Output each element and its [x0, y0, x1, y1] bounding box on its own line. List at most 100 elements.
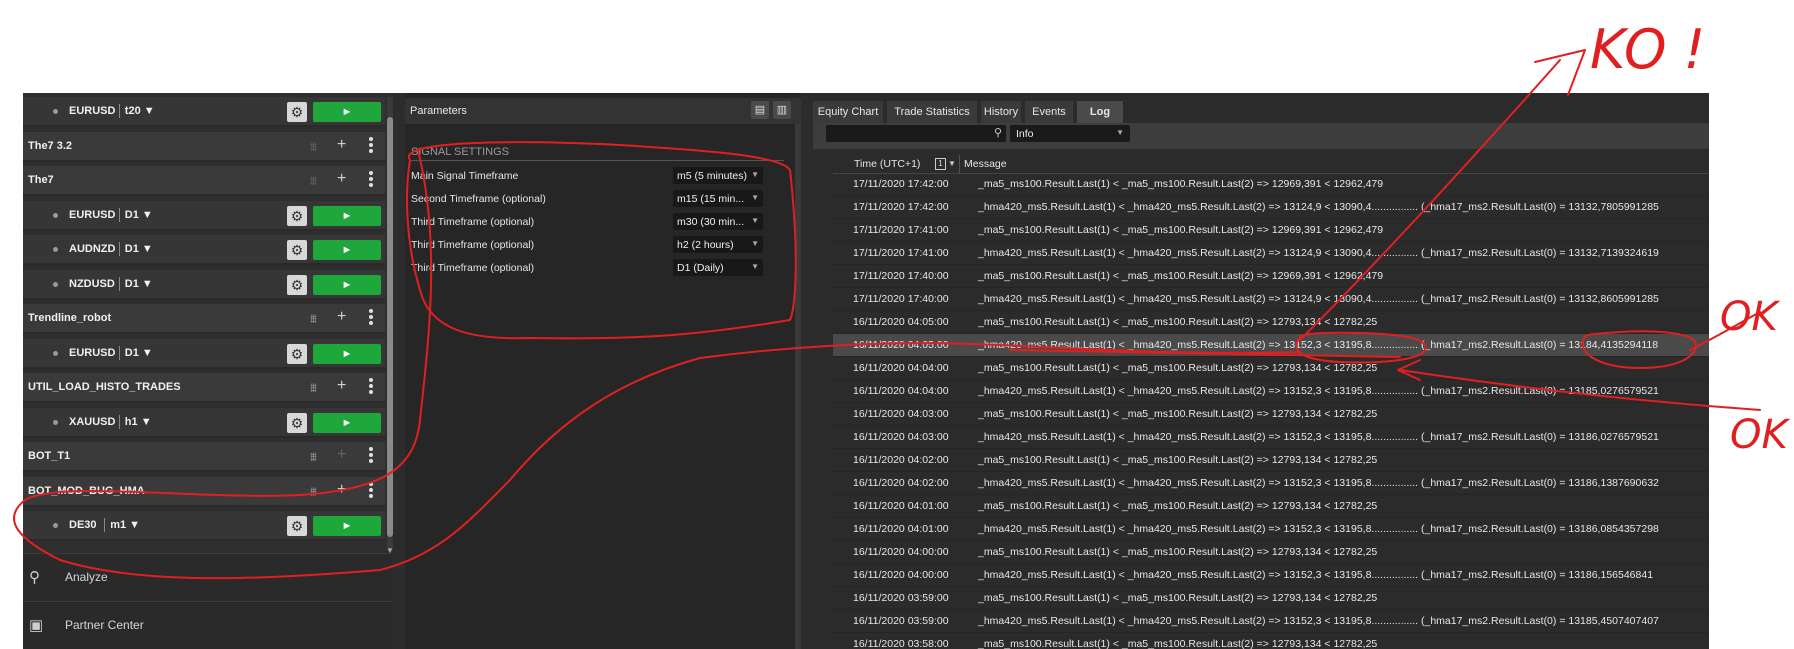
tab-equity-chart[interactable]: Equity Chart	[813, 101, 883, 123]
log-row[interactable]: 16/11/2020 04:04:00 _hma420_ms5.Result.La…	[833, 380, 1709, 403]
robot-group-row[interactable]: The7 3.2 ⩩ +	[23, 131, 385, 162]
log-row[interactable]: 17/11/2020 17:42:00 _hma420_ms5.Result.La…	[833, 196, 1709, 219]
save-icon[interactable]: ▥	[773, 101, 791, 119]
robot-instance-row[interactable]: AUDNZD D1 ▼ ⚙ ►	[23, 235, 385, 265]
more-menu-icon[interactable]	[369, 308, 375, 328]
sort-desc-icon[interactable]: ▼	[948, 159, 956, 168]
log-row[interactable]: 16/11/2020 04:05:00 _hma420_ms5.Result.La…	[833, 334, 1709, 357]
gear-icon[interactable]: ⚙	[287, 102, 307, 122]
log-row[interactable]: 17/11/2020 17:40:00 _hma420_ms5.Result.La…	[833, 288, 1709, 311]
build-icon[interactable]: ⩩	[310, 139, 317, 155]
instance-timeframe[interactable]: D1 ▼	[125, 347, 153, 359]
robot-group-row[interactable]: UTIL_LOAD_HISTO_TRADES ⩩ +	[23, 373, 385, 403]
more-menu-icon[interactable]	[369, 170, 375, 190]
more-menu-icon[interactable]	[369, 377, 375, 397]
more-menu-icon[interactable]	[369, 481, 375, 501]
log-row[interactable]: 16/11/2020 03:59:00 _hma420_ms5.Result.La…	[833, 610, 1709, 633]
log-row[interactable]: 16/11/2020 04:02:00 _ma5_ms100.Result.Las…	[833, 449, 1709, 472]
robot-group-row[interactable]: BOT_MOD_BUG_HMA ⩩ +	[23, 476, 385, 507]
robot-instance-row[interactable]: EURUSD D1 ▼ ⚙ ►	[23, 338, 385, 369]
log-row[interactable]: 16/11/2020 04:01:00 _ma5_ms100.Result.Las…	[833, 495, 1709, 518]
build-icon[interactable]: ⩩	[310, 449, 317, 465]
timeframe-select[interactable]: h2 (2 hours) ▼	[673, 236, 763, 253]
log-row[interactable]: 17/11/2020 17:40:00 _ma5_ms100.Result.Las…	[833, 265, 1709, 288]
robot-group-row[interactable]: BOT_T1 ⩩ +	[23, 442, 385, 472]
tab-log[interactable]: Log	[1077, 101, 1123, 123]
log-row[interactable]: 17/11/2020 17:41:00 _hma420_ms5.Result.La…	[833, 242, 1709, 265]
gear-icon[interactable]: ⚙	[287, 205, 307, 226]
instance-timeframe[interactable]: D1 ▼	[125, 278, 153, 290]
robot-instance-row[interactable]: EURUSD D1 ▼ ⚙ ►	[23, 200, 385, 231]
more-menu-icon[interactable]	[369, 446, 375, 466]
timeframe-value: m30 (30 min...	[677, 216, 745, 228]
build-icon[interactable]: ⩩	[310, 484, 317, 500]
gear-icon[interactable]: ⚙	[287, 516, 307, 536]
column-time[interactable]: Time (UTC+1)	[854, 158, 920, 170]
robot-list-scrollbar[interactable]: ▼	[386, 97, 394, 555]
robot-instance-row[interactable]: EURUSD t20 ▼ ⚙ ►	[23, 97, 385, 127]
play-button[interactable]: ►	[313, 274, 381, 295]
gear-icon[interactable]: ⚙	[287, 343, 307, 364]
nav-analyze[interactable]: ⚲ Analyze	[23, 553, 393, 601]
add-instance-icon[interactable]: +	[337, 136, 346, 154]
timeframe-select[interactable]: D1 (Daily) ▼	[673, 259, 763, 276]
timeframe-select[interactable]: m30 (30 min... ▼	[673, 213, 763, 230]
log-row[interactable]: 16/11/2020 04:02:00 _hma420_ms5.Result.La…	[833, 472, 1709, 495]
log-row[interactable]: 16/11/2020 04:03:00 _ma5_ms100.Result.Las…	[833, 403, 1709, 426]
add-instance-icon[interactable]: +	[337, 308, 346, 326]
play-button[interactable]: ►	[313, 240, 381, 260]
log-row[interactable]: 16/11/2020 04:03:00 _hma420_ms5.Result.La…	[833, 426, 1709, 449]
log-row[interactable]: 17/11/2020 17:41:00 _ma5_ms100.Result.Las…	[833, 219, 1709, 242]
log-row[interactable]: 17/11/2020 17:42:00 _ma5_ms100.Result.Las…	[833, 173, 1709, 196]
add-instance-icon[interactable]: +	[337, 446, 346, 464]
instance-timeframe[interactable]: D1 ▼	[125, 243, 153, 255]
instance-timeframe[interactable]: h1 ▼	[125, 416, 152, 428]
log-row[interactable]: 16/11/2020 04:01:00 _hma420_ms5.Result.La…	[833, 518, 1709, 541]
log-row[interactable]: 16/11/2020 04:05:00 _ma5_ms100.Result.Las…	[833, 311, 1709, 334]
tab-history[interactable]: History	[981, 101, 1021, 123]
build-icon[interactable]: ⩩	[310, 173, 317, 189]
log-row[interactable]: 16/11/2020 04:00:00 _ma5_ms100.Result.Las…	[833, 541, 1709, 564]
robot-group-row[interactable]: Trendline_robot ⩩ +	[23, 304, 385, 334]
instance-timeframe[interactable]: m1 ▼	[110, 519, 140, 531]
open-folder-icon[interactable]: ▤	[751, 101, 769, 119]
play-button[interactable]: ►	[313, 412, 381, 433]
gear-icon[interactable]: ⚙	[287, 274, 307, 295]
gear-icon[interactable]: ⚙	[287, 240, 307, 260]
robot-name: The7 3.2	[28, 139, 73, 152]
build-icon[interactable]: ⩩	[310, 311, 317, 327]
parameters-scrollbar[interactable]	[795, 124, 801, 649]
more-menu-icon[interactable]	[369, 136, 375, 156]
log-row[interactable]: 16/11/2020 04:04:00 _ma5_ms100.Result.Las…	[833, 357, 1709, 380]
robot-instance-row[interactable]: DE30 m1 ▼ ⚙ ►	[23, 511, 385, 541]
log-message: _ma5_ms100.Result.Last(1) < _ma5_ms100.R…	[978, 224, 1384, 236]
log-search-input[interactable]: ⚲	[826, 125, 1006, 142]
play-button[interactable]: ►	[313, 102, 381, 122]
log-message: _ma5_ms100.Result.Last(1) < _ma5_ms100.R…	[978, 546, 1378, 558]
log-row[interactable]: 16/11/2020 03:59:00 _ma5_ms100.Result.Las…	[833, 587, 1709, 610]
add-instance-icon[interactable]: +	[337, 170, 346, 188]
column-message[interactable]: Message	[964, 158, 1007, 170]
add-instance-icon[interactable]: +	[337, 481, 346, 499]
play-button[interactable]: ►	[313, 516, 381, 536]
log-row[interactable]: 16/11/2020 03:58:00 _ma5_ms100.Result.Las…	[833, 633, 1709, 649]
tab-trade-statistics[interactable]: Trade Statistics	[887, 101, 977, 123]
robot-instance-row[interactable]: XAUUSD h1 ▼ ⚙ ►	[23, 407, 385, 438]
nav-partner-center[interactable]: ▣ Partner Center	[23, 601, 393, 649]
instance-timeframe[interactable]: D1 ▼	[125, 209, 153, 221]
play-button[interactable]: ►	[313, 205, 381, 226]
log-level-select[interactable]: Info ▼	[1010, 125, 1130, 142]
robot-instance-row[interactable]: NZDUSD D1 ▼ ⚙ ►	[23, 269, 385, 300]
timeframe-select[interactable]: m15 (15 min... ▼	[673, 190, 763, 207]
log-row[interactable]: 16/11/2020 04:00:00 _hma420_ms5.Result.La…	[833, 564, 1709, 587]
timeframe-select[interactable]: m5 (5 minutes) ▼	[673, 167, 763, 184]
gear-icon[interactable]: ⚙	[287, 412, 307, 433]
instance-timeframe[interactable]: t20 ▼	[125, 105, 155, 117]
play-button[interactable]: ►	[313, 343, 381, 364]
add-instance-icon[interactable]: +	[337, 377, 346, 395]
tab-events[interactable]: Events	[1025, 101, 1073, 123]
robot-group-row[interactable]: The7 ⩩ +	[23, 166, 385, 196]
column-divider[interactable]	[959, 155, 960, 173]
scrollbar-thumb[interactable]	[387, 117, 393, 537]
build-icon[interactable]: ⩩	[310, 380, 317, 396]
